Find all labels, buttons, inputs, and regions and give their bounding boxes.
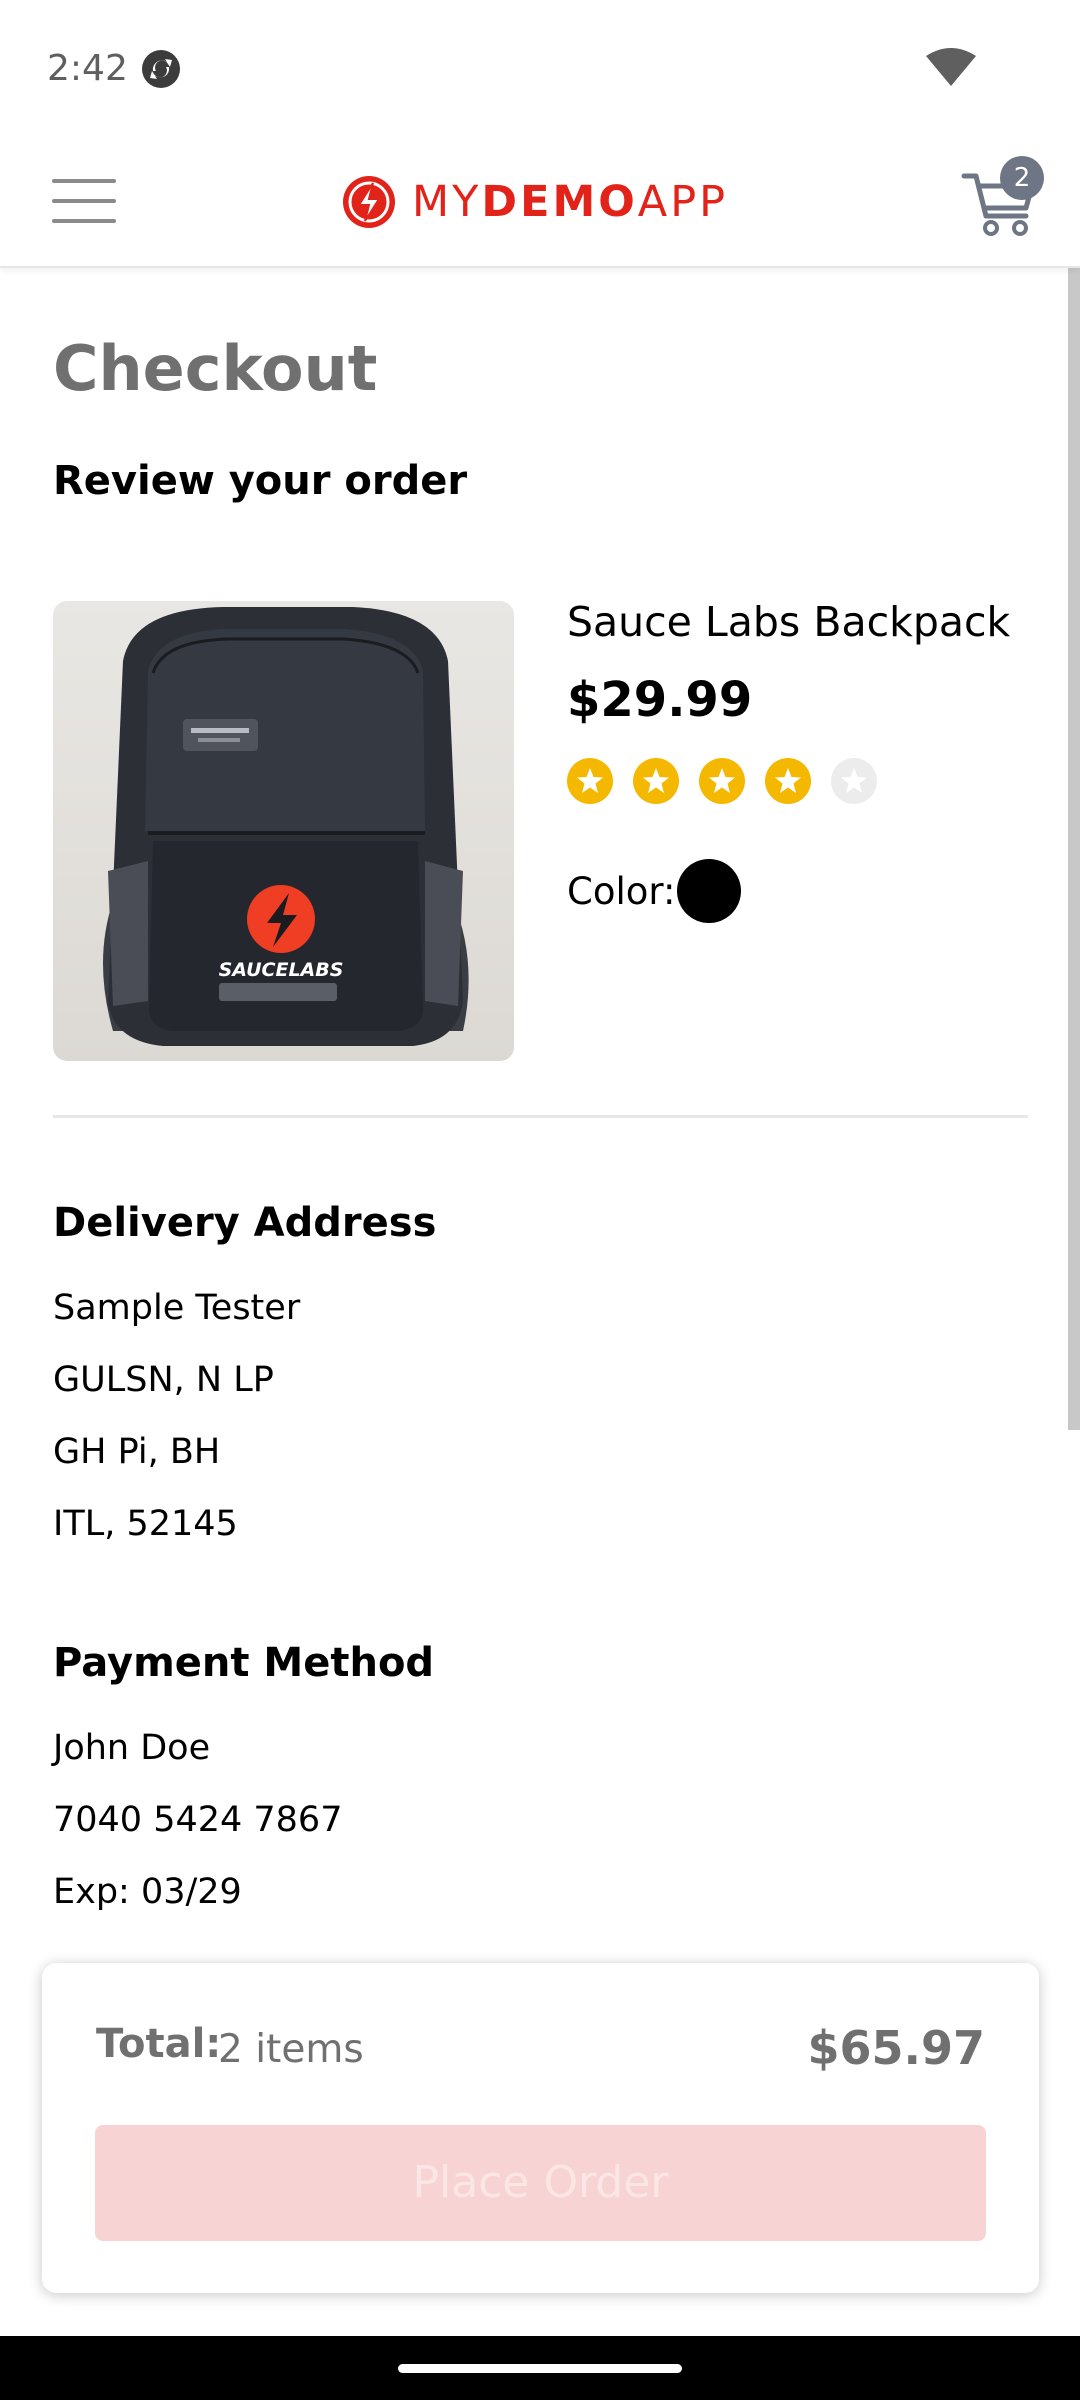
payment-method-heading: Payment Method (53, 1640, 435, 1686)
scrollbar[interactable] (1068, 268, 1080, 1430)
status-time: 2:42 (47, 48, 128, 89)
delivery-address-heading: Delivery Address (53, 1200, 437, 1246)
order-total-card: Total: 2 items $65.97 Place Order (42, 1963, 1039, 2293)
review-order-heading: Review your order (53, 458, 468, 504)
cart-count-badge: 2 (1000, 156, 1044, 200)
total-label: Total: (96, 2021, 222, 2067)
home-indicator[interactable] (398, 2364, 682, 2373)
product-rating (567, 758, 897, 804)
star-filled-icon[interactable] (567, 758, 613, 804)
wifi-icon (926, 48, 976, 86)
page-title: Checkout (53, 332, 378, 405)
menu-icon-line (52, 179, 116, 183)
logo-text: MYDEMOAPP (412, 177, 728, 227)
backpack-illustration: SAUCELABS (103, 607, 469, 1046)
star-empty-icon[interactable] (831, 758, 877, 804)
color-swatch (677, 859, 741, 923)
payment-expiry: Exp: 03/29 (53, 1872, 242, 1912)
payment-card-number: 7040 5424 7867 (53, 1800, 343, 1840)
logo-text-my: MY (412, 177, 482, 227)
total-amount: $65.97 (807, 2021, 985, 2075)
color-label: Color: (567, 870, 676, 913)
star-filled-icon[interactable] (765, 758, 811, 804)
logo-text-demo: DEMO (481, 177, 638, 227)
place-order-button[interactable]: Place Order (95, 2125, 986, 2241)
app-logo: MYDEMOAPP (342, 174, 728, 230)
svg-text:SAUCELABS: SAUCELABS (219, 959, 344, 981)
star-filled-icon[interactable] (699, 758, 745, 804)
divider (53, 1115, 1028, 1118)
menu-button[interactable] (50, 176, 120, 226)
payment-cardholder: John Doe (53, 1728, 211, 1768)
logo-bolt-icon (343, 176, 395, 228)
product-price: $29.99 (567, 672, 753, 728)
delivery-address-line1: GULSN, N LP (53, 1360, 274, 1400)
status-bar: 2:42 (0, 0, 1080, 134)
app-header: MYDEMOAPP 2 (0, 134, 1080, 268)
product-name: Sauce Labs Backpack (567, 598, 1011, 646)
menu-icon-line (52, 219, 116, 223)
star-filled-icon[interactable] (633, 758, 679, 804)
menu-icon-line (52, 199, 116, 203)
delivery-address-line3: ITL, 52145 (53, 1504, 238, 1544)
sync-icon (142, 50, 180, 88)
product-image[interactable]: SAUCELABS (53, 601, 514, 1061)
delivery-name: Sample Tester (53, 1288, 301, 1328)
total-items-count: 2 items (218, 2027, 364, 2072)
logo-text-app: APP (637, 177, 729, 227)
delivery-address-line2: GH Pi, BH (53, 1432, 221, 1472)
